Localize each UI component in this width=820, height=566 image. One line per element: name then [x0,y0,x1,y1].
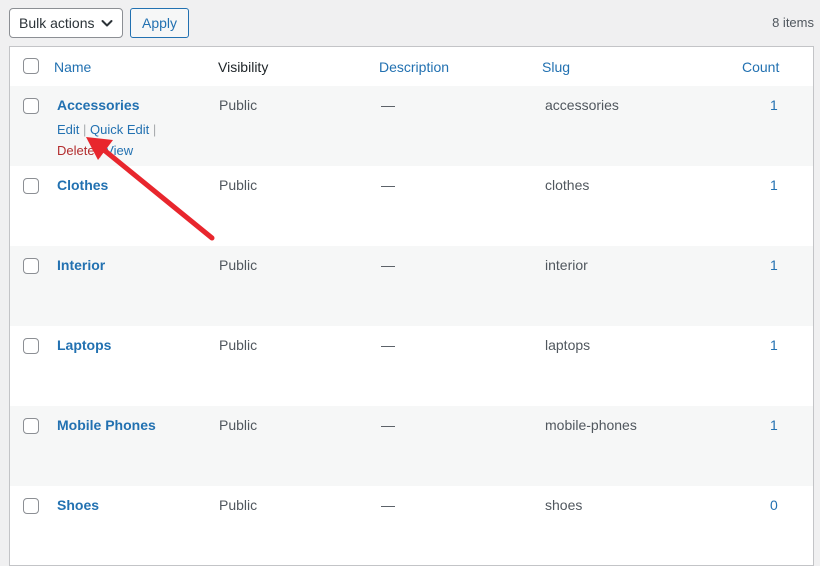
description-cell: — [381,257,395,273]
edit-link[interactable]: Edit [57,122,79,137]
description-cell: — [381,97,395,113]
table-row: Interior Public — interior 1 [10,246,813,326]
visibility-cell: Public [219,97,258,113]
row-checkbox[interactable] [23,178,39,194]
select-all-checkbox[interactable] [23,58,39,74]
count-link[interactable]: 1 [770,417,778,433]
apply-button[interactable]: Apply [130,8,189,38]
delete-link[interactable]: Delete [57,143,95,158]
column-header-slug[interactable]: Slug [542,59,570,75]
slug-cell: clothes [545,177,590,193]
row-checkbox[interactable] [23,498,39,514]
visibility-cell: Public [219,497,258,513]
visibility-cell: Public [219,337,258,353]
column-header-description[interactable]: Description [379,59,449,75]
row-checkbox[interactable] [23,338,39,354]
view-link[interactable]: View [105,143,133,158]
slug-cell: mobile-phones [545,417,637,433]
count-link[interactable]: 1 [770,257,778,273]
row-actions: Edit | Quick Edit | Delete | View [57,119,177,161]
row-checkbox[interactable] [23,418,39,434]
slug-cell: accessories [545,97,619,113]
table-row: Laptops Public — laptops 1 [10,326,813,406]
column-header-visibility: Visibility [218,59,269,75]
count-link[interactable]: 1 [770,177,778,193]
description-cell: — [381,337,395,353]
table-row: Clothes Public — clothes 1 [10,166,813,246]
column-header-count[interactable]: Count [742,59,779,75]
chevron-down-icon [101,20,113,27]
table-row: Shoes Public — shoes 0 [10,486,813,566]
table-row: Mobile Phones Public — mobile-phones 1 [10,406,813,486]
category-name-link[interactable]: Shoes [57,497,99,513]
category-name-link[interactable]: Accessories [57,97,140,113]
quick-edit-link[interactable]: Quick Edit [90,122,149,137]
count-link[interactable]: 1 [770,337,778,353]
visibility-cell: Public [219,177,258,193]
visibility-cell: Public [219,257,258,273]
description-cell: — [381,417,395,433]
category-name-link[interactable]: Laptops [57,337,111,353]
category-name-link[interactable]: Mobile Phones [57,417,156,433]
action-separator: | [152,122,157,137]
slug-cell: interior [545,257,588,273]
visibility-cell: Public [219,417,258,433]
bulk-actions-select[interactable]: Bulk actions [9,8,123,38]
categories-table: Name Visibility Description Slug Count A… [9,46,814,566]
items-count: 8 items [772,15,814,30]
table-row: Accessories Edit | Quick Edit | Delete |… [10,86,813,166]
bulk-actions-label: Bulk actions [19,15,95,31]
row-checkbox[interactable] [23,98,39,114]
count-link[interactable]: 0 [770,497,778,513]
count-link[interactable]: 1 [770,97,778,113]
description-cell: — [381,497,395,513]
category-name-link[interactable]: Interior [57,257,105,273]
row-checkbox[interactable] [23,258,39,274]
action-separator: | [83,122,87,137]
slug-cell: shoes [545,497,583,513]
column-header-name[interactable]: Name [54,59,91,75]
category-name-link[interactable]: Clothes [57,177,108,193]
action-separator: | [98,143,102,158]
slug-cell: laptops [545,337,591,353]
description-cell: — [381,177,395,193]
table-header: Name Visibility Description Slug Count [10,47,813,87]
table-toolbar: Bulk actions Apply 8 items [0,0,820,46]
